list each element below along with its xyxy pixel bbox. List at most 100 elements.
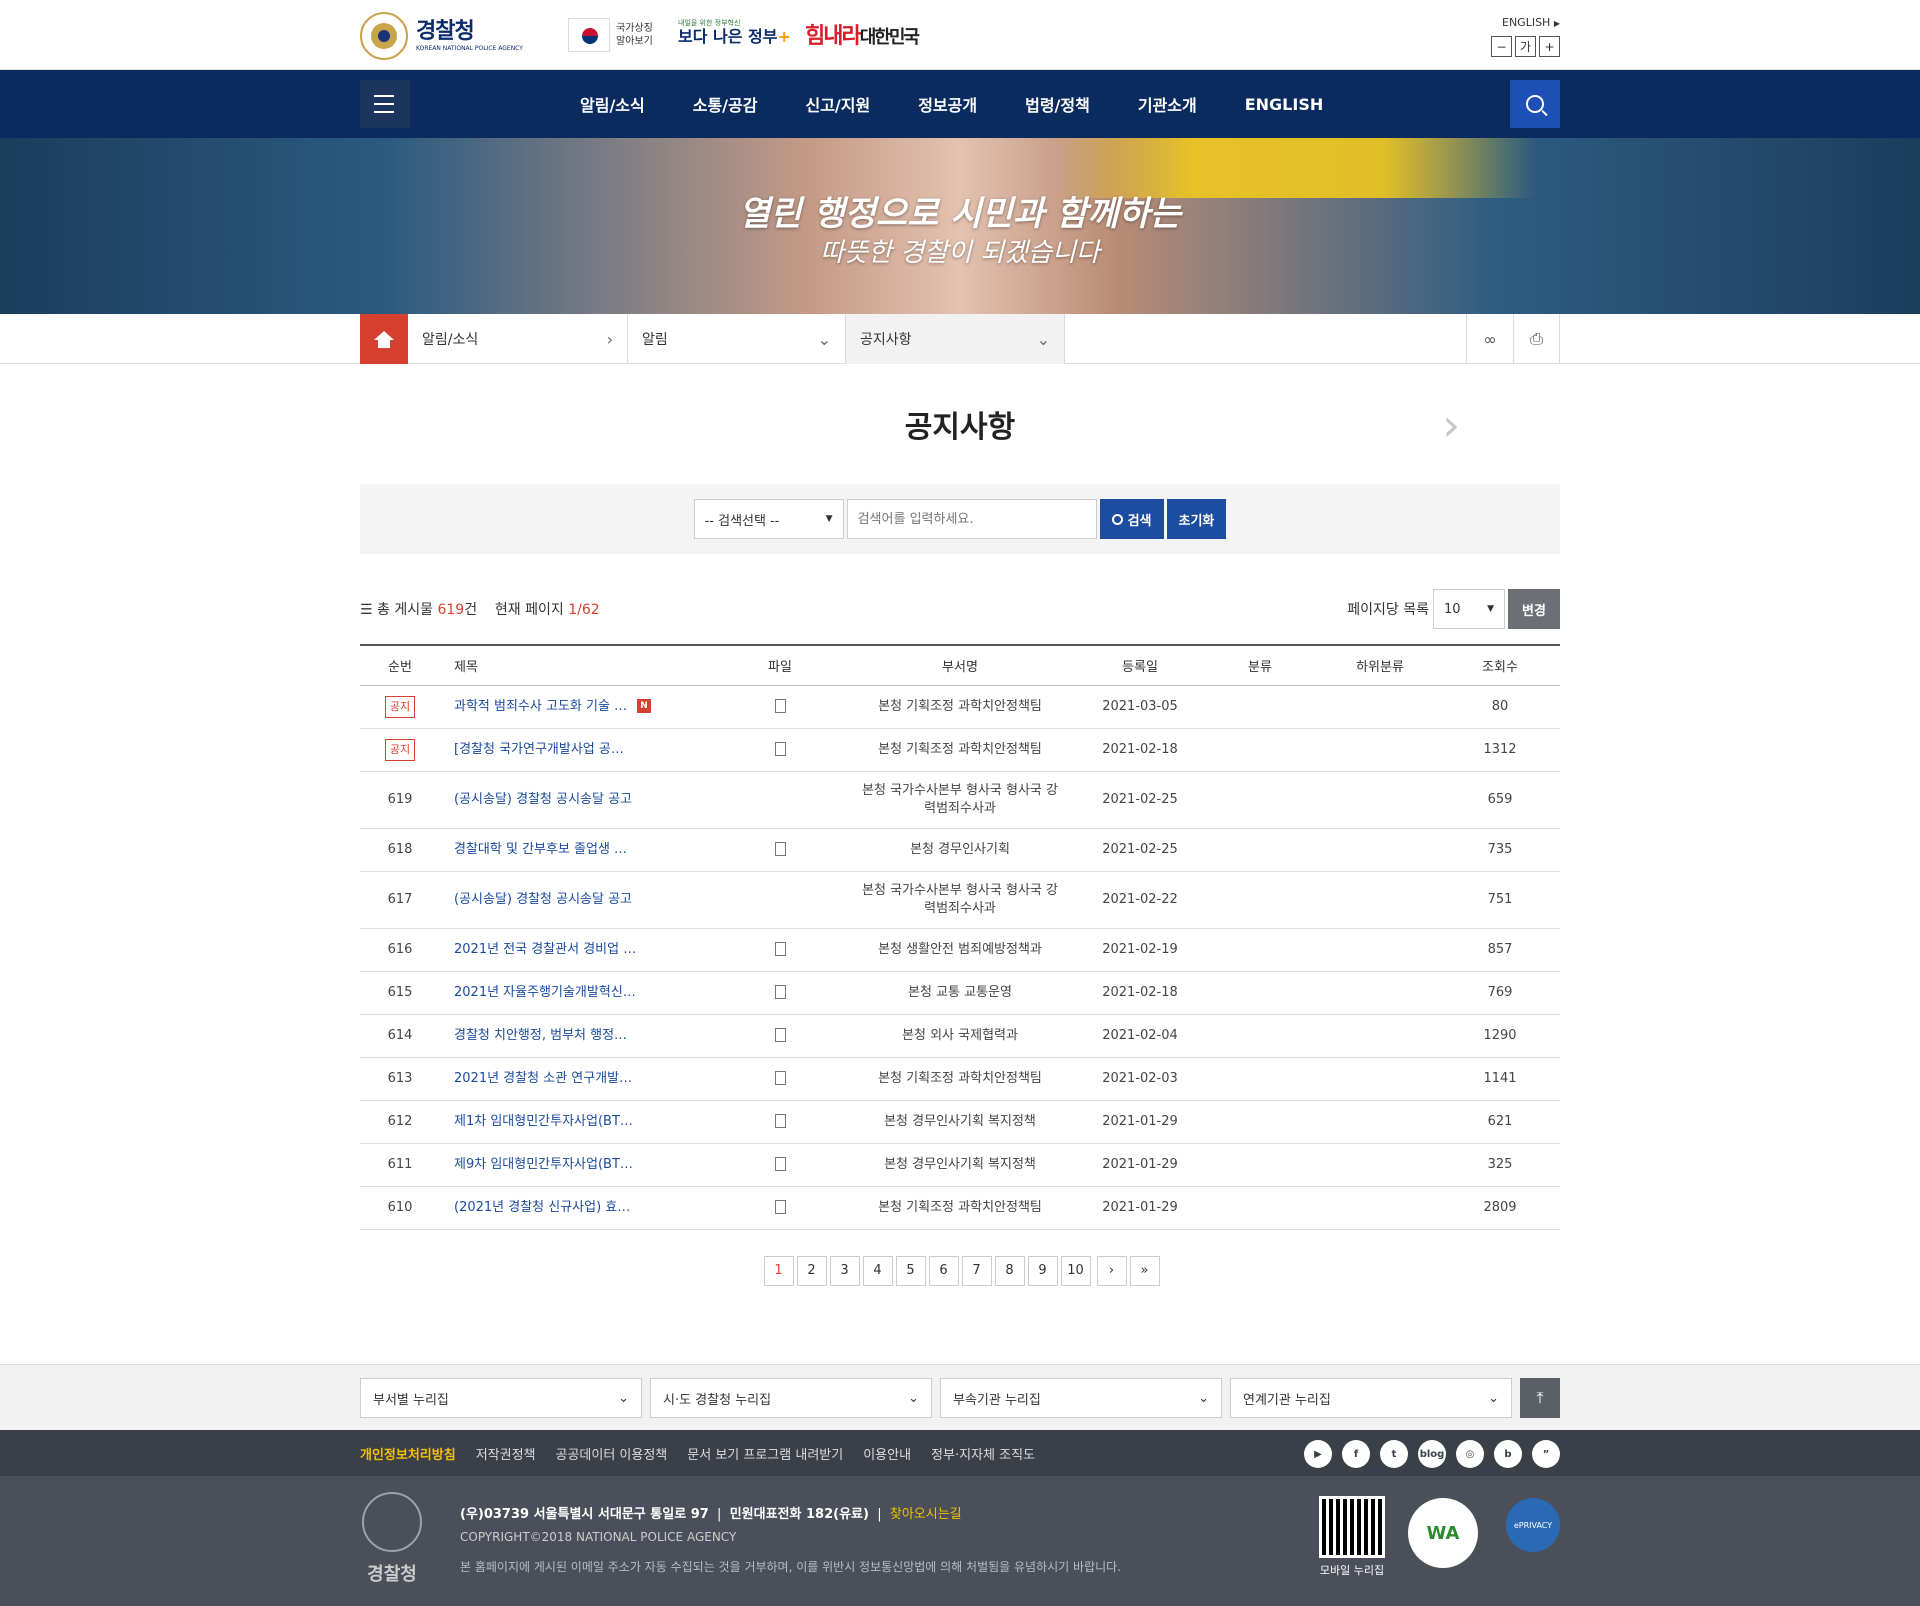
twitter-icon[interactable]: t [1380, 1440, 1408, 1468]
page-5-button[interactable]: 5 [895, 1255, 926, 1286]
privacy-policy-link[interactable]: 개인정보처리방침 [360, 1444, 456, 1463]
directions-link[interactable]: 찾아오시는길 [890, 1507, 962, 1522]
gov-org-chart-link[interactable]: 정부·지자체 조직도 [931, 1444, 1035, 1463]
row-title[interactable]: [경찰청 국가연구개발사업 공… [440, 728, 720, 772]
page-4-button[interactable]: 4 [862, 1255, 893, 1286]
row-title[interactable]: 제9차 임대형민간투자사업(BT… [440, 1143, 720, 1187]
page-3-button[interactable]: 3 [829, 1255, 860, 1286]
file-icon[interactable] [774, 1200, 786, 1214]
row-title-link[interactable]: 제1차 임대형민간투자사업(BT… [454, 1114, 633, 1129]
change-button[interactable]: 변경 [1508, 589, 1560, 629]
row-file[interactable] [720, 971, 840, 1015]
last-page-button[interactable]: » [1129, 1255, 1160, 1286]
nav-item-english[interactable]: ENGLISH [1245, 95, 1324, 114]
row-file[interactable] [720, 1100, 840, 1144]
row-file[interactable] [720, 1186, 840, 1230]
file-icon[interactable] [774, 942, 786, 956]
regional-police-select[interactable]: 시·도 경찰청 누리집 ⌄ [650, 1378, 932, 1418]
slogan-logo[interactable]: 힘내라대한민국 [805, 18, 920, 50]
row-title[interactable]: 2021년 경찰청 소관 연구개발… [440, 1057, 720, 1101]
row-title-link[interactable]: (2021년 경찰청 신규사업) 효… [454, 1200, 630, 1215]
youtube-icon[interactable]: ▶ [1304, 1440, 1332, 1468]
row-title-link[interactable]: 제9차 임대형민간투자사업(BT… [454, 1157, 633, 1172]
row-file[interactable] [720, 828, 840, 872]
page-6-button[interactable]: 6 [928, 1255, 959, 1286]
row-title[interactable]: (공시송달) 경찰청 공시송달 공고 [440, 771, 720, 829]
row-title[interactable]: 제1차 임대형민간투자사업(BT… [440, 1100, 720, 1144]
row-title[interactable]: 경찰청 치안행정, 범부처 행정… [440, 1014, 720, 1058]
breadcrumb-level3[interactable]: 공지사항 ⌄ [846, 314, 1065, 364]
nav-item-disclosure[interactable]: 정보공개 [918, 92, 977, 116]
row-title[interactable]: (2021년 경찰청 신규사업) 효… [440, 1186, 720, 1230]
nav-item-news[interactable]: 알림/소식 [580, 92, 645, 116]
row-title[interactable]: 2021년 자율주행기술개발혁신… [440, 971, 720, 1015]
nav-item-report[interactable]: 신고/지원 [805, 92, 870, 116]
row-file[interactable] [720, 685, 840, 729]
row-title-link[interactable]: 2021년 자율주행기술개발혁신… [454, 985, 636, 1000]
nav-item-about[interactable]: 기관소개 [1138, 92, 1197, 116]
all-menu-button[interactable] [360, 80, 410, 128]
file-icon[interactable] [774, 1071, 786, 1085]
row-title[interactable]: 과학적 범죄수사 고도화 기술 … N [440, 685, 720, 729]
public-data-policy-link[interactable]: 공공데이터 이용정책 [556, 1444, 668, 1463]
share-link-button[interactable]: ∞ [1466, 314, 1513, 364]
row-title-link[interactable]: (공시송달) 경찰청 공시송달 공고 [454, 792, 632, 807]
gov-symbol-link[interactable]: 국가상징 알아보기 [568, 18, 664, 52]
nav-item-law[interactable]: 법령/정책 [1025, 92, 1090, 116]
font-reset-button[interactable]: 가 [1515, 36, 1536, 57]
global-search-button[interactable] [1510, 80, 1560, 128]
file-icon[interactable] [774, 1114, 786, 1128]
per-page-select[interactable]: 10 ▼ [1433, 589, 1505, 629]
file-icon[interactable] [774, 842, 786, 856]
gov-innovation-logo[interactable]: 내일을 위한 정부혁신 보다 나은 정부+ [678, 20, 791, 45]
row-title-link[interactable]: 경찰대학 및 간부후보 졸업생 … [454, 842, 627, 857]
row-title-link[interactable]: 2021년 전국 경찰관서 경비업 … [454, 942, 636, 957]
viewer-download-link[interactable]: 문서 보기 프로그램 내려받기 [687, 1444, 843, 1463]
breadcrumb-level1[interactable]: 알림/소식 › [408, 314, 628, 364]
row-title-link[interactable]: 2021년 경찰청 소관 연구개발… [454, 1071, 632, 1086]
page-8-button[interactable]: 8 [994, 1255, 1025, 1286]
row-title-link[interactable]: 과학적 범죄수사 고도화 기술 … [454, 699, 627, 714]
nav-item-communication[interactable]: 소통/공감 [693, 92, 758, 116]
page-7-button[interactable]: 7 [961, 1255, 992, 1286]
row-title-link[interactable]: 경찰청 치안행정, 범부처 행정… [454, 1028, 627, 1043]
related-site-select[interactable]: 연계기관 누리집 ⌄ [1230, 1378, 1512, 1418]
row-title[interactable]: (공시송달) 경찰청 공시송달 공고 [440, 871, 720, 929]
instagram-icon[interactable]: ◎ [1456, 1440, 1484, 1468]
band-icon[interactable]: b [1494, 1440, 1522, 1468]
home-button[interactable] [360, 314, 408, 364]
page-1-button[interactable]: 1 [763, 1255, 794, 1286]
file-icon[interactable] [774, 742, 786, 756]
kakao-icon[interactable]: ” [1532, 1440, 1560, 1468]
blog-icon[interactable]: blog [1418, 1440, 1446, 1468]
scroll-top-button[interactable]: ⤒ [1520, 1378, 1560, 1418]
row-title[interactable]: 경찰대학 및 간부후보 졸업생 … [440, 828, 720, 872]
row-file[interactable] [720, 1057, 840, 1101]
page-10-button[interactable]: 10 [1060, 1255, 1091, 1286]
copyright-policy-link[interactable]: 저작권정책 [476, 1444, 536, 1463]
page-2-button[interactable]: 2 [796, 1255, 827, 1286]
facebook-icon[interactable]: f [1342, 1440, 1370, 1468]
row-title-link[interactable]: (공시송달) 경찰청 공시송달 공고 [454, 892, 632, 907]
breadcrumb-level2[interactable]: 알림 ⌄ [628, 314, 846, 364]
file-icon[interactable] [774, 699, 786, 713]
search-input[interactable] [846, 499, 1097, 539]
affiliated-site-select[interactable]: 부속기관 누리집 ⌄ [940, 1378, 1222, 1418]
next-page-button[interactable]: › [1096, 1255, 1127, 1286]
search-button[interactable]: 검색 [1099, 499, 1164, 539]
row-file[interactable] [720, 928, 840, 972]
search-type-select[interactable]: -- 검색선택 -- ▼ [693, 499, 844, 539]
reset-button[interactable]: 초기화 [1166, 499, 1227, 539]
font-decrease-button[interactable]: − [1491, 36, 1512, 57]
next-page-arrow-icon[interactable]: › [1442, 400, 1460, 451]
site-logo[interactable]: 경찰청 KOREAN NATIONAL POLICE AGENCY [360, 12, 523, 60]
row-file[interactable] [720, 728, 840, 772]
print-button[interactable]: ⎙ [1513, 314, 1560, 364]
file-icon[interactable] [774, 1157, 786, 1171]
dept-site-select[interactable]: 부서별 누리집 ⌄ [360, 1378, 642, 1418]
english-link[interactable]: ENGLISH ▶ [1502, 16, 1560, 29]
file-icon[interactable] [774, 1028, 786, 1042]
row-file[interactable] [720, 1014, 840, 1058]
row-file[interactable] [720, 1143, 840, 1187]
page-9-button[interactable]: 9 [1027, 1255, 1058, 1286]
